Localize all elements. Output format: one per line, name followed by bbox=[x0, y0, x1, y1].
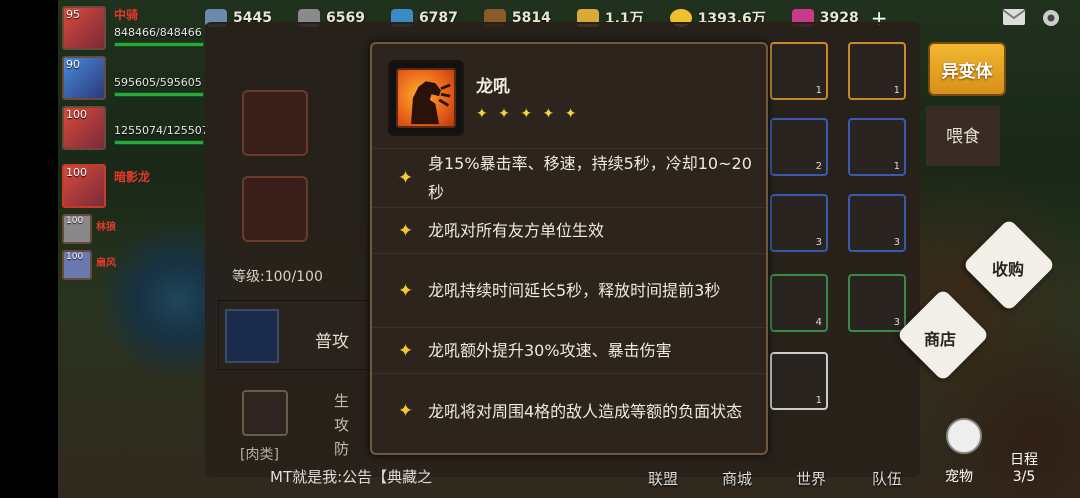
schedule-button[interactable]: 日程 3/5 bbox=[1010, 452, 1038, 486]
nav-mall[interactable]: 商城 bbox=[722, 468, 752, 489]
skill-effect-item: ✦ 龙吼持续时间延长5秒，释放时间提前3秒 bbox=[372, 254, 766, 328]
equip-slot-collar[interactable] bbox=[242, 90, 308, 156]
sparkle-icon: ✦ bbox=[398, 167, 414, 189]
inventory-item[interactable]: 3 bbox=[848, 194, 906, 252]
sparkle-icon: ✦ bbox=[398, 400, 414, 422]
inventory-item[interactable]: 1 bbox=[770, 42, 828, 100]
inventory-item[interactable]: 3 bbox=[848, 274, 906, 332]
attack-skill-row[interactable]: 普攻 bbox=[218, 300, 378, 370]
inventory-item[interactable]: 3 bbox=[770, 194, 828, 252]
nav-team[interactable]: 队伍 bbox=[872, 468, 902, 489]
inventory-item[interactable]: 1 bbox=[848, 42, 906, 100]
skill-effect-item: ✦ 龙吼将对周围4格的敌人造成等额的负面状态 bbox=[372, 374, 766, 448]
skill-effect-item: ✦ 龙吼额外提升30%攻速、暴击伤害 bbox=[372, 328, 766, 374]
skill-stars: ✦ ✦ ✦ ✦ ✦ bbox=[476, 106, 580, 122]
sparkle-icon: ✦ bbox=[398, 280, 414, 301]
buy-label: 收购 bbox=[992, 260, 1025, 279]
grade-label: 等级:100/100 bbox=[232, 269, 323, 285]
nav-alliance[interactable]: 联盟 bbox=[648, 468, 678, 489]
skill-effect-item: ✦ 龙吼对所有友方单位生效 bbox=[372, 208, 766, 254]
meat-icon[interactable] bbox=[242, 390, 288, 436]
inventory-item[interactable]: 1 bbox=[770, 352, 828, 410]
pet-label: 宠物 bbox=[945, 469, 973, 485]
paw-icon[interactable] bbox=[946, 418, 982, 454]
mutant-button[interactable]: 异变体 bbox=[928, 42, 1006, 96]
stat-atk-label: 攻 bbox=[334, 416, 350, 434]
equip-slot-armor[interactable] bbox=[242, 176, 308, 242]
inventory-item[interactable]: 4 bbox=[770, 274, 828, 332]
sparkle-icon: ✦ bbox=[398, 220, 414, 241]
dragon-roar-icon bbox=[388, 60, 464, 136]
stat-hp-label: 生 bbox=[334, 392, 350, 410]
feed-button[interactable]: 喂食 bbox=[926, 106, 1000, 166]
shop-label: 商店 bbox=[924, 330, 957, 349]
skill-effects-list: ✦ 身15%暴击率、移速，持续5秒，冷却10~20秒 ✦ 龙吼对所有友方单位生效 ✦… bbox=[372, 148, 766, 448]
skill-tooltip: 龙吼 ✦ ✦ ✦ ✦ ✦ ✦ 身15%暴击率、移速，持续5秒，冷却10~20秒 ✦… bbox=[370, 42, 768, 455]
settings-gear-icon[interactable] bbox=[1040, 7, 1062, 29]
chat-ticker[interactable]: MT就是我:公告【典藏之 bbox=[270, 466, 432, 487]
left-letterbox bbox=[0, 0, 58, 498]
claw-icon bbox=[225, 309, 279, 363]
food-type-label: [肉类] bbox=[240, 447, 279, 463]
inventory-item[interactable]: 2 bbox=[770, 118, 828, 176]
sparkle-icon: ✦ bbox=[398, 340, 414, 361]
nav-world[interactable]: 世界 bbox=[796, 468, 826, 489]
mail-icon[interactable] bbox=[1002, 8, 1026, 26]
inventory-item[interactable]: 1 bbox=[848, 118, 906, 176]
skill-effect-item: ✦ 身15%暴击率、移速，持续5秒，冷却10~20秒 bbox=[372, 148, 766, 208]
stat-def-label: 防 bbox=[334, 440, 350, 458]
skill-title: 龙吼 bbox=[476, 77, 510, 97]
